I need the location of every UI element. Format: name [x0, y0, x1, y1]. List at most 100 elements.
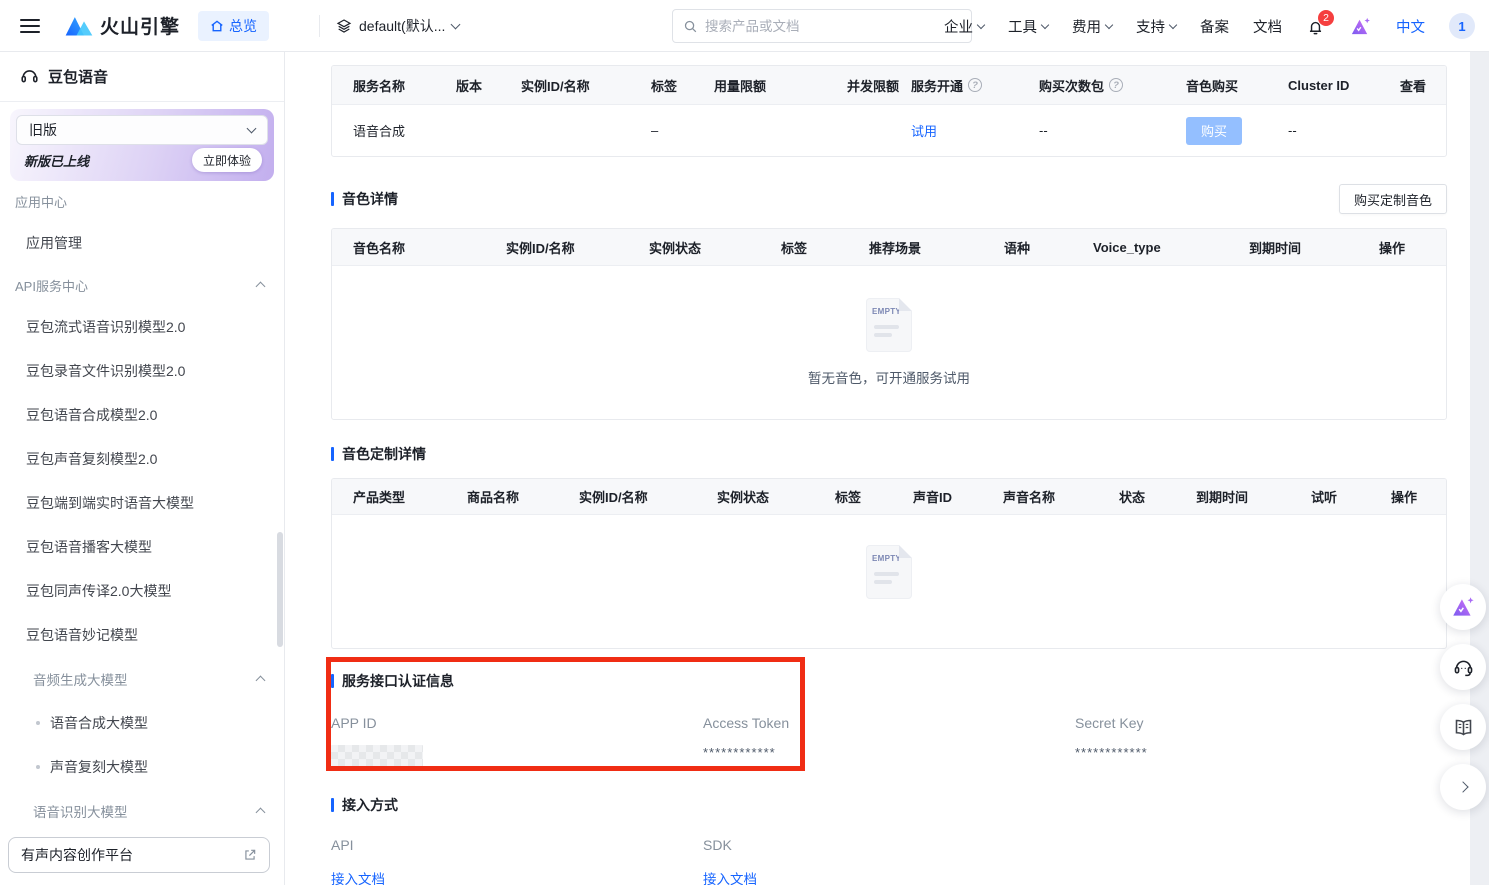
overview-label: 总览 [229, 16, 257, 36]
sidebar-scrollbar[interactable] [277, 532, 283, 647]
section-title: 音色详情 [331, 189, 398, 209]
notifications-button[interactable]: 2 [1306, 17, 1325, 36]
section-title-bar [331, 798, 334, 812]
column-header: 到期时间 [1196, 487, 1311, 506]
hamburger-menu-icon[interactable] [20, 19, 40, 33]
chevron-down-icon [247, 124, 257, 134]
service-table: 服务名称 版本 实例ID/名称 标签 用量限额 并发限额 服务开通 购买次数包 … [331, 65, 1447, 157]
sidebar-item-model[interactable]: 豆包声音复刻模型2.0 [0, 437, 284, 481]
search-box[interactable] [672, 9, 972, 43]
column-header: 并发限额 [847, 76, 911, 95]
sidebar-item-model[interactable]: 豆包语音合成模型2.0 [0, 393, 284, 437]
voice-detail-section-head: 音色详情 购买定制音色 [331, 184, 1447, 214]
auth-section-head: 服务接口认证信息 [331, 671, 1447, 691]
voice-table: 音色名称 实例ID/名称 实例状态 标签 推荐场景 语种 Voice_type … [331, 228, 1447, 420]
column-header: 状态 [1119, 487, 1196, 506]
avatar[interactable]: 1 [1449, 13, 1475, 39]
secret-key-label: Secret Key [1075, 715, 1447, 731]
sidebar: 豆包语音 旧版 新版已上线 立即体验 应用中心 应用管理 API服务中心 豆包流… [0, 52, 285, 885]
ai-assistant-float-button[interactable] [1440, 584, 1486, 630]
menu-support[interactable]: 支持 [1136, 16, 1176, 37]
sidebar-item-tts-large[interactable]: 语音合成大模型 [0, 701, 284, 745]
try-now-button[interactable]: 立即体验 [192, 148, 262, 172]
version-selector[interactable]: 旧版 [16, 115, 268, 145]
service-open-cell: 试用 [911, 121, 1039, 140]
sidebar-item-app-manage[interactable]: 应用管理 [0, 221, 284, 265]
open-book-icon [1453, 717, 1474, 738]
trial-link[interactable]: 试用 [911, 121, 937, 140]
voice-headset-icon [20, 67, 39, 86]
collapse-float-button[interactable] [1440, 764, 1486, 810]
new-version-banner: 新版已上线 立即体验 [16, 145, 268, 175]
sidebar-item-model[interactable]: 豆包语音播客大模型 [0, 525, 284, 569]
section-title: 服务接口认证信息 [331, 671, 454, 691]
ai-assistant-icon[interactable] [1349, 15, 1372, 38]
sidebar-item-model[interactable]: 豆包端到端实时语音大模型 [0, 481, 284, 525]
chevron-down-icon [977, 20, 985, 28]
sidebar-subgroup-audio-gen[interactable]: 音频生成大模型 [0, 657, 284, 701]
column-header: 商品名称 [467, 487, 579, 506]
docs-float-button[interactable] [1440, 704, 1486, 750]
search-input[interactable] [705, 19, 961, 34]
sidebar-item-model[interactable]: 豆包流式语音识别模型2.0 [0, 305, 284, 349]
audio-creation-platform-link[interactable]: 有声内容创作平台 [8, 837, 270, 873]
menu-billing[interactable]: 费用 [1072, 16, 1112, 37]
buy-custom-voice-button[interactable]: 购买定制音色 [1339, 184, 1447, 214]
chevron-down-icon [451, 19, 461, 29]
redaction-mosaic [331, 745, 423, 767]
home-icon [210, 19, 224, 33]
custom-voice-table-empty-state: EMPTY [332, 514, 1446, 648]
menu-icp[interactable]: 备案 [1200, 16, 1229, 37]
notification-badge: 2 [1318, 10, 1334, 26]
chevron-up-icon [256, 282, 266, 292]
support-float-button[interactable] [1440, 644, 1486, 690]
help-icon[interactable] [1109, 78, 1123, 92]
layers-icon [336, 18, 352, 34]
section-title: 接入方式 [331, 795, 398, 815]
sidebar-item-model[interactable]: 豆包录音文件识别模型2.0 [0, 349, 284, 393]
voice-table-header: 音色名称 实例ID/名称 实例状态 标签 推荐场景 语种 Voice_type … [332, 229, 1446, 265]
column-header: 查看 [1400, 76, 1446, 95]
floating-toolbar [1440, 584, 1486, 810]
menu-enterprise[interactable]: 企业 [944, 16, 984, 37]
access-token-value: ************ [703, 745, 1075, 767]
overview-button[interactable]: 总览 [198, 11, 269, 41]
sidebar-group-api-center[interactable]: API服务中心 [0, 265, 284, 305]
column-header: 语种 [1004, 238, 1093, 257]
sidebar-item-model[interactable]: 豆包语音妙记模型 [0, 613, 284, 657]
section-title: 音色定制详情 [331, 444, 426, 464]
sidebar-item-voice-clone-large[interactable]: 声音复刻大模型 [0, 745, 284, 789]
column-header: Voice_type [1093, 240, 1249, 255]
workspace-selector[interactable]: default(默认... [336, 16, 459, 36]
column-header: 声音名称 [1003, 487, 1119, 506]
menu-tools[interactable]: 工具 [1008, 16, 1048, 37]
auth-values-row: ************ ************ [331, 745, 1447, 767]
chevron-down-icon [1041, 20, 1049, 28]
column-header: 用量限额 [714, 76, 847, 95]
volcengine-mountain-icon [64, 13, 94, 38]
column-header: 版本 [456, 76, 521, 95]
section-title-bar [331, 447, 334, 461]
language-switch[interactable]: 中文 [1396, 16, 1425, 37]
api-docs-link[interactable]: 接入文档 [331, 872, 385, 885]
menu-docs[interactable]: 文档 [1253, 16, 1282, 37]
column-header: 服务开通 [911, 76, 1039, 95]
service-table-header: 服务名称 版本 实例ID/名称 标签 用量限额 并发限额 服务开通 购买次数包 … [332, 66, 1446, 104]
access-labels-row: API SDK [331, 837, 1447, 853]
column-header: 实例状态 [649, 238, 781, 257]
column-header: 购买次数包 [1039, 76, 1186, 95]
column-header: 服务名称 [353, 76, 456, 95]
sidebar-item-model[interactable]: 豆包同声传译2.0大模型 [0, 569, 284, 613]
chevron-up-icon [256, 676, 266, 686]
sidebar-subgroup-asr[interactable]: 语音识别大模型 [0, 789, 284, 833]
custom-voice-table-header: 产品类型 商品名称 实例ID/名称 实例状态 标签 声音ID 声音名称 状态 到… [332, 479, 1446, 514]
help-icon[interactable] [968, 78, 982, 92]
buy-button[interactable]: 购买 [1186, 117, 1242, 145]
empty-document-icon: EMPTY [866, 298, 912, 352]
sdk-docs-link[interactable]: 接入文档 [703, 872, 757, 885]
volcengine-logo[interactable]: 火山引擎 [64, 12, 180, 39]
column-header: 实例ID/名称 [579, 487, 717, 506]
access-links-row: 接入文档 接入文档 [331, 868, 1447, 885]
column-header: 操作 [1391, 487, 1446, 506]
ai-mountain-icon [1450, 594, 1476, 620]
